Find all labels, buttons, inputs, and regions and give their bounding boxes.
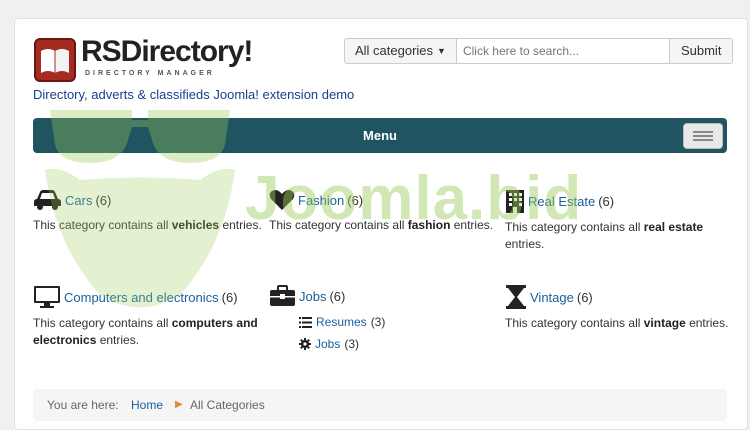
breadcrumb-arrow-icon: ▶ <box>175 399 183 410</box>
category-description: This category contains all fashion entri… <box>269 218 494 232</box>
building-icon <box>506 190 524 213</box>
subcategory-count: (3) <box>344 337 360 351</box>
category-count: (6) <box>329 288 346 304</box>
category-link[interactable]: Cars <box>65 193 92 208</box>
cog-icon <box>299 338 311 350</box>
hamburger-line-icon <box>693 135 713 137</box>
search-bar: All categories ▼ Submit <box>344 38 734 64</box>
logo-subtitle: DIRECTORY MANAGER <box>85 70 215 77</box>
category-computers-electronics: Computers and electronics (6) This categ… <box>33 285 268 349</box>
briefcase-icon <box>270 285 295 306</box>
search-input[interactable] <box>456 38 670 64</box>
breadcrumb-home-link[interactable]: Home <box>131 389 163 421</box>
category-fashion: Fashion (6) This category contains all f… <box>269 189 499 234</box>
category-count: (6) <box>576 289 593 305</box>
category-description: This category contains all vintage entri… <box>505 316 729 330</box>
category-description: This category contains all computers and… <box>33 316 258 347</box>
subcategory-count: (3) <box>370 315 386 329</box>
subcategory-link[interactable]: Jobs <box>315 337 340 351</box>
menu-toggle-button[interactable] <box>683 123 723 149</box>
category-dropdown[interactable]: All categories ▼ <box>344 38 457 64</box>
car-icon <box>34 190 61 210</box>
category-description: This category contains all vehicles entr… <box>33 218 262 232</box>
hamburger-line-icon <box>693 131 713 133</box>
hamburger-line-icon <box>693 139 713 141</box>
category-link[interactable]: Jobs <box>299 289 326 304</box>
category-count: (6) <box>221 289 238 305</box>
category-cars: Cars (6) This category contains all vehi… <box>33 189 263 234</box>
category-count: (6) <box>347 192 364 208</box>
menu-label: Menu <box>363 128 397 143</box>
breadcrumb: You are here: Home ▶ All Categories <box>33 389 727 421</box>
book-logo-icon <box>34 38 76 82</box>
breadcrumb-current: All Categories <box>190 398 265 412</box>
subcategory-resumes: Resumes (3) <box>299 315 385 329</box>
category-dropdown-label: All categories <box>355 43 434 58</box>
hourglass-icon <box>506 285 526 309</box>
category-description: This category contains all real estate e… <box>505 220 704 251</box>
logo[interactable]: RSDirectory! DIRECTORY MANAGER <box>33 35 253 85</box>
caret-down-icon: ▼ <box>437 46 446 56</box>
page-container: RSDirectory! DIRECTORY MANAGER Directory… <box>14 18 748 430</box>
site-tagline: Directory, adverts & classifieds Joomla!… <box>33 87 355 102</box>
subcategory-jobs: Jobs (3) <box>299 337 359 351</box>
category-link[interactable]: Fashion <box>298 193 344 208</box>
category-count: (6) <box>95 192 112 208</box>
logo-text: RSDirectory! <box>81 35 253 68</box>
category-link[interactable]: Real Estate <box>528 194 595 209</box>
list-icon <box>299 316 312 328</box>
category-real-estate: Real Estate (6) This category contains a… <box>505 189 735 253</box>
category-link[interactable]: Computers and electronics <box>64 290 219 305</box>
breadcrumb-prefix: You are here: <box>47 398 119 412</box>
submit-button[interactable]: Submit <box>669 38 734 64</box>
category-count: (6) <box>598 193 615 209</box>
nav-menubar[interactable]: Menu <box>33 118 727 153</box>
category-vintage: Vintage (6) This category contains all v… <box>505 285 735 332</box>
heart-icon <box>269 190 295 210</box>
subcategory-link[interactable]: Resumes <box>316 315 367 329</box>
monitor-icon <box>34 286 60 308</box>
category-link[interactable]: Vintage <box>530 290 574 305</box>
category-jobs: Jobs (6) <box>269 285 499 307</box>
